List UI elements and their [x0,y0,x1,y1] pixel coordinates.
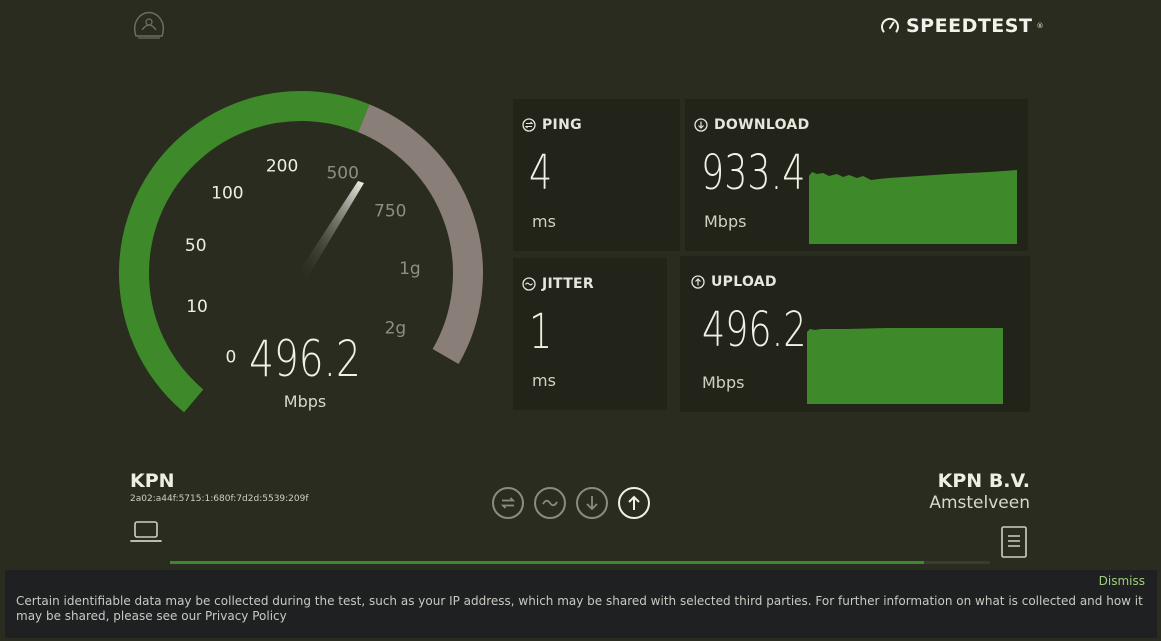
upload-panel: UPLOAD 496.2 Mbps [680,256,1030,412]
gauge-speed-unit: Mbps [283,392,327,411]
step-upload [618,487,650,519]
test-progress-fill [170,561,925,564]
server-name[interactable]: KPN B.V. [938,470,1030,492]
step-download [576,487,608,519]
ping-unit: ms [532,212,556,231]
jitter-icon [542,499,558,507]
gauge-tick-label: 1g [399,259,421,279]
jitter-label: JITTER [542,276,594,292]
gauge-tick-label: 50 [185,236,207,256]
gauge-tick-label: 0 [226,347,237,367]
server-icon [1001,526,1027,558]
ping-header: PING [522,117,582,133]
test-step-indicators [492,487,650,519]
download-icon [694,118,708,132]
jitter-icon [522,277,536,291]
ping-value: 4 [529,145,553,201]
jitter-panel: JITTER 1 ms [513,258,667,410]
download-value: 933.4 [701,145,806,201]
gauge-arc-remaining [357,104,483,364]
gauge-tick-label: 100 [211,184,243,204]
speedtest-brand[interactable]: SPEEDTEST ® [880,15,1044,37]
download-icon [586,496,598,511]
upload-header: UPLOAD [691,274,777,290]
speedtest-page: SPEEDTEST ® 0 10 50 100 200 500 750 1g 2g 496.2 M… [0,0,1161,641]
gauge-needle [296,181,364,280]
ping-label: PING [542,117,582,133]
step-jitter [534,487,566,519]
gauge-tick-label: 10 [186,297,208,317]
download-speed-graph [809,170,1017,244]
speedometer-icon [881,17,899,33]
test-progress-bar [170,561,990,564]
gauge-tick-label: 500 [326,163,358,183]
cookie-notice-text: Certain identifiable data may be collect… [16,594,1143,623]
download-panel: DOWNLOAD 933.4 Mbps [685,99,1028,251]
gauge-speed-value: 496.2 [249,330,361,388]
server-location[interactable]: Amstelveen [929,493,1030,513]
dismiss-button[interactable]: Dismiss [1099,574,1145,588]
brand-trademark: ® [1036,22,1044,30]
ping-panel: PING 4 ms [513,99,680,251]
cookie-consent-banner: Dismiss Certain identifiable data may be… [5,570,1157,638]
download-unit: Mbps [704,212,747,231]
jitter-value: 1 [529,304,553,360]
jitter-unit: ms [532,371,556,390]
ping-icon [500,497,516,509]
ping-icon [522,118,536,132]
upload-icon [628,495,640,510]
crest-logo-icon [133,11,165,39]
gauge-tick-label: 750 [374,201,406,221]
upload-value: 496.2 [702,302,807,358]
gauge-tick-label: 200 [266,157,298,177]
upload-label: UPLOAD [711,274,777,290]
upload-speed-graph [807,328,1003,404]
step-ping [492,487,524,519]
laptop-icon [130,521,162,542]
client-ip-address: 2a02:a44f:5715:1:680f:7d2d:5539:209f [130,494,309,504]
download-label: DOWNLOAD [714,117,810,133]
download-header: DOWNLOAD [694,117,810,133]
jitter-header: JITTER [522,276,594,292]
gauge-tick-label: 2g [385,319,407,339]
brand-name: SPEEDTEST [906,15,1033,37]
upload-icon [691,275,705,289]
upload-unit: Mbps [702,373,745,392]
client-isp-name: KPN [130,470,175,492]
